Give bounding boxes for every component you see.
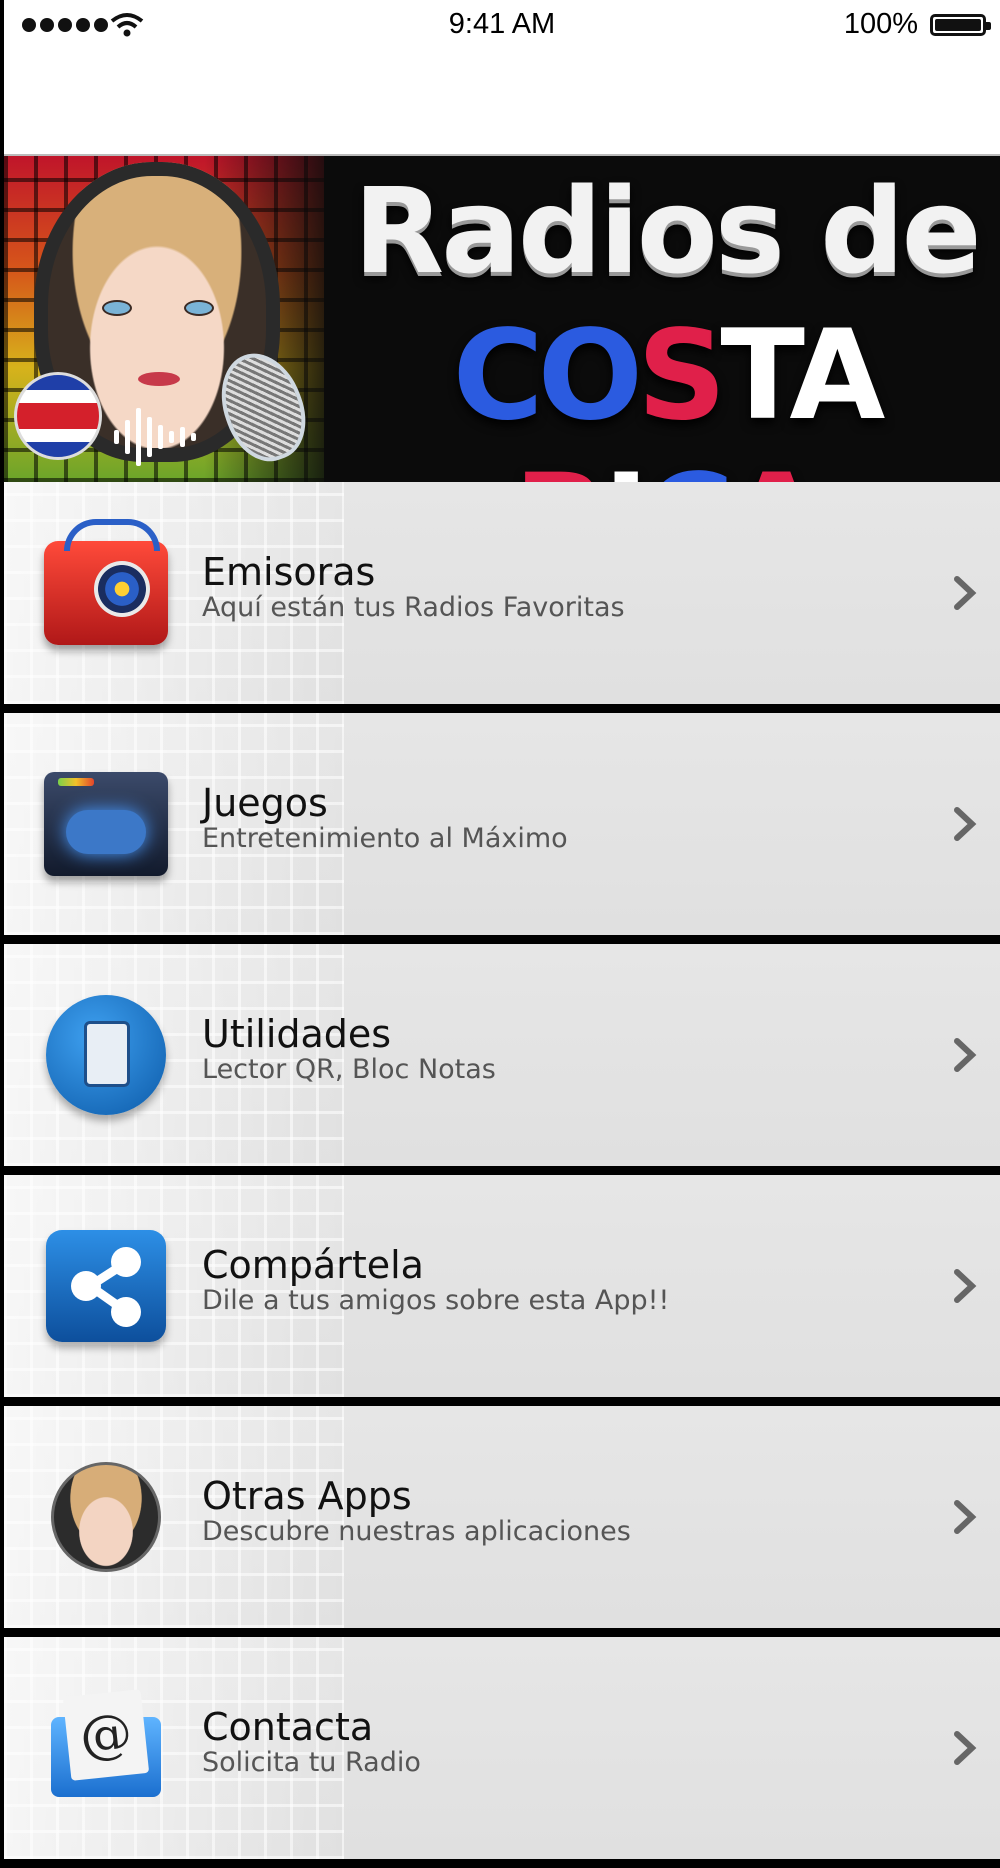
title-part: I bbox=[603, 448, 649, 482]
chevron-right-icon bbox=[954, 807, 977, 841]
menu-item-title: Contacta bbox=[202, 1705, 374, 1749]
chevron-right-icon bbox=[954, 1038, 977, 1072]
title-part: TA bbox=[720, 304, 885, 448]
lips bbox=[138, 372, 180, 386]
menu-item-compartela[interactable]: Compártela Dile a tus amigos sobre esta … bbox=[4, 1175, 1000, 1397]
menu-item-utilidades[interactable]: Utilidades Lector QR, Bloc Notas bbox=[4, 944, 1000, 1166]
menu-item-juegos[interactable]: Juegos Entretenimiento al Máximo bbox=[4, 713, 1000, 935]
chevron-right-icon bbox=[954, 576, 977, 610]
menu-item-subtitle: Aquí están tus Radios Favoritas bbox=[202, 592, 625, 623]
banner-subtitle: COSTA RICA bbox=[326, 304, 1000, 482]
menu-item-emisoras[interactable]: Emisoras Aquí están tus Radios Favoritas bbox=[4, 482, 1000, 704]
menu-item-subtitle: Dile a tus amigos sobre esta App!! bbox=[202, 1285, 670, 1316]
menu-item-title: Utilidades bbox=[202, 1012, 392, 1056]
at-glyph: @ bbox=[62, 1689, 150, 1781]
title-part: R bbox=[514, 448, 610, 482]
navigation-bar bbox=[4, 54, 1000, 156]
menu-item-title: Emisoras bbox=[202, 550, 376, 594]
menu-item-title: Compártela bbox=[202, 1243, 424, 1287]
battery-icon bbox=[930, 14, 991, 36]
menu-item-contacta[interactable]: @ Contacta Solicita tu Radio bbox=[4, 1637, 1000, 1859]
title-part: A bbox=[728, 448, 824, 482]
eye bbox=[102, 300, 132, 316]
gamepad-folder-icon bbox=[44, 762, 168, 886]
mail-at-icon: @ bbox=[44, 1686, 168, 1810]
menu-item-title: Otras Apps bbox=[202, 1474, 412, 1518]
menu-item-subtitle: Descubre nuestras aplicaciones bbox=[202, 1516, 631, 1547]
eye bbox=[184, 300, 214, 316]
chevron-right-icon bbox=[954, 1500, 977, 1534]
app-screen: 9:41 AM 100% Radios de COSTA RICA Emisor… bbox=[0, 0, 1000, 1859]
radio-icon bbox=[44, 519, 168, 655]
share-icon bbox=[44, 1224, 168, 1348]
status-bar: 9:41 AM 100% bbox=[4, 0, 1000, 54]
costa-rica-flag-icon bbox=[14, 372, 102, 460]
menu-item-subtitle: Entretenimiento al Máximo bbox=[202, 823, 568, 854]
share-glyph bbox=[71, 1247, 141, 1327]
avatar-headphones-icon bbox=[44, 1455, 168, 1579]
menu-item-subtitle: Lector QR, Bloc Notas bbox=[202, 1054, 496, 1085]
menu-item-otras-apps[interactable]: Otras Apps Descubre nuestras aplicacione… bbox=[4, 1406, 1000, 1628]
title-part: S bbox=[637, 304, 726, 448]
battery-percentage: 100% bbox=[843, 8, 918, 40]
title-part: C bbox=[643, 448, 734, 482]
sound-wave-icon bbox=[114, 408, 196, 466]
title-part: CO bbox=[452, 304, 643, 448]
main-menu: Emisoras Aquí están tus Radios Favoritas… bbox=[4, 482, 1000, 1868]
chevron-right-icon bbox=[954, 1269, 977, 1303]
menu-item-subtitle: Solicita tu Radio bbox=[202, 1747, 421, 1778]
header-banner: Radios de COSTA RICA bbox=[4, 156, 1000, 482]
banner-title: Radios de bbox=[353, 162, 981, 300]
clipboard-icon bbox=[44, 993, 168, 1117]
chevron-right-icon bbox=[954, 1731, 977, 1765]
menu-item-title: Juegos bbox=[202, 781, 328, 825]
